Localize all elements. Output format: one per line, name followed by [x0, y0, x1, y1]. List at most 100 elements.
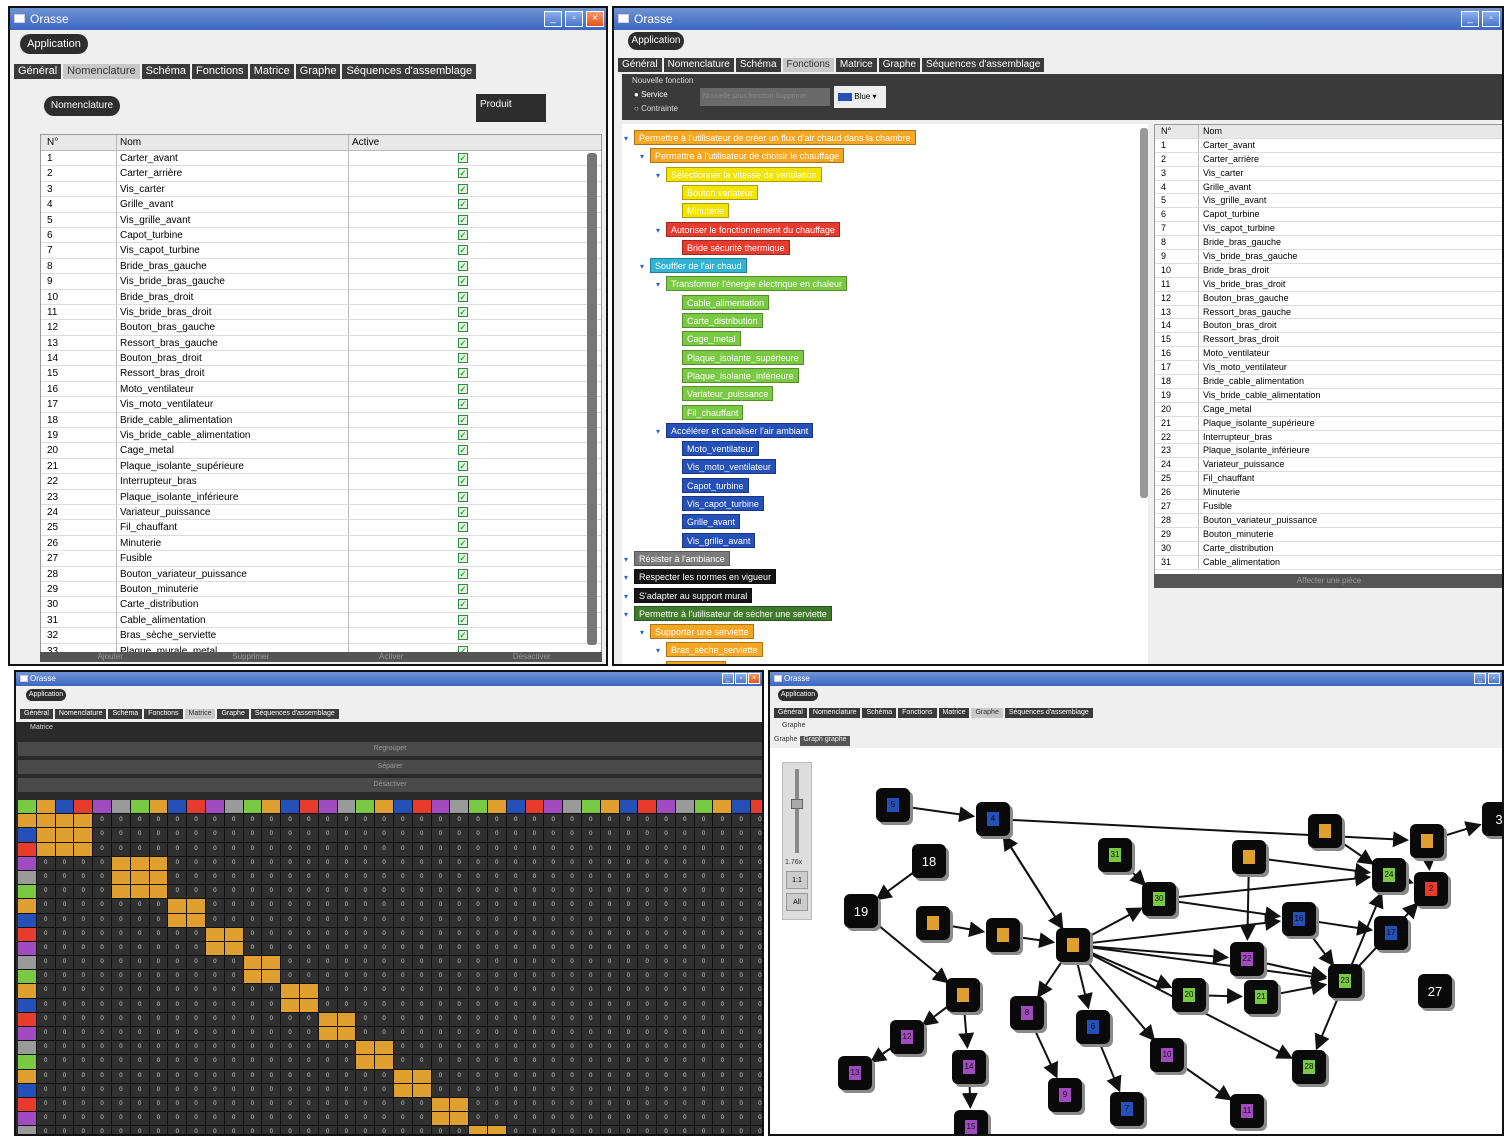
matrix-cell[interactable]: 0: [581, 870, 600, 885]
matrix-cell[interactable]: 0: [299, 1012, 318, 1026]
matrix-cell[interactable]: 0: [205, 1126, 224, 1134]
table-row[interactable]: 14 Bouton_bras_droit: [1155, 319, 1502, 334]
matrix-cell[interactable]: 0: [675, 984, 694, 998]
matrix-cell[interactable]: 0: [600, 913, 619, 927]
matrix-cell[interactable]: 0: [224, 998, 243, 1012]
matrix-cell[interactable]: 0: [93, 814, 111, 828]
tab-fonctions[interactable]: Fonctions: [898, 708, 937, 718]
matrix-cell[interactable]: 0: [638, 870, 657, 885]
matrix-cell[interactable]: [55, 828, 74, 842]
active-checkbox[interactable]: ✓: [458, 337, 468, 348]
matrix-cell[interactable]: 0: [262, 1055, 281, 1069]
matrix-cell[interactable]: 0: [675, 1083, 694, 1097]
matrix-cell[interactable]: 0: [713, 1055, 732, 1069]
table-row[interactable]: 9 Vis_bride_bras_gauche: [1155, 250, 1502, 264]
matrix-cell[interactable]: 0: [506, 1055, 525, 1069]
tab-schema[interactable]: Schéma: [108, 709, 143, 719]
matrix-cell[interactable]: 0: [281, 1055, 299, 1069]
matrix-cell[interactable]: 0: [243, 828, 262, 842]
matrix-cell[interactable]: 0: [412, 842, 431, 856]
matrix-cell[interactable]: 0: [393, 1055, 412, 1069]
matrix-cell[interactable]: [243, 970, 262, 984]
matrix-cell[interactable]: 0: [393, 956, 412, 970]
matrix-cell[interactable]: 0: [356, 899, 375, 913]
matrix-cell[interactable]: 0: [450, 856, 469, 870]
matrix-cell[interactable]: 0: [581, 1027, 600, 1041]
matrix-cell[interactable]: [149, 800, 168, 814]
matrix-cell[interactable]: 0: [149, 927, 168, 941]
active-checkbox[interactable]: ✓: [458, 491, 468, 502]
table-row[interactable]: 26 Minuterie ✓: [41, 535, 601, 552]
matrix-cell[interactable]: 0: [337, 814, 356, 828]
matrix-cell[interactable]: [243, 800, 262, 814]
matrix-cell[interactable]: 0: [469, 828, 487, 842]
matrix-cell[interactable]: 0: [111, 1041, 130, 1055]
table-row[interactable]: 32 Bras_sèche_serviette ✓: [41, 628, 601, 644]
graph-node[interactable]: 4: [976, 802, 1010, 836]
matrix-cell[interactable]: 0: [224, 984, 243, 998]
matrix-cell[interactable]: 0: [93, 1012, 111, 1026]
matrix-cell[interactable]: 0: [732, 984, 751, 998]
tree-scrollbar[interactable]: [1140, 128, 1148, 498]
matrix-cell[interactable]: [412, 1069, 431, 1083]
matrix-cell[interactable]: 0: [224, 1012, 243, 1026]
matrix-cell[interactable]: 0: [356, 1083, 375, 1097]
matrix-cell[interactable]: 0: [619, 1012, 638, 1026]
table-row[interactable]: 13 Ressort_bras_gauche: [1155, 305, 1502, 320]
matrix-cell[interactable]: 0: [450, 1055, 469, 1069]
matrix-cell[interactable]: 0: [356, 927, 375, 941]
matrix-cell[interactable]: [299, 998, 318, 1012]
matrix-cell[interactable]: 0: [544, 814, 563, 828]
active-checkbox[interactable]: ✓: [458, 614, 468, 625]
graph-node[interactable]: [946, 978, 980, 1012]
matrix-cell[interactable]: 0: [751, 1055, 762, 1069]
matrix-cell[interactable]: 0: [243, 856, 262, 870]
active-checkbox[interactable]: ✓: [458, 183, 468, 194]
matrix-cell[interactable]: 0: [243, 1112, 262, 1126]
active-checkbox[interactable]: ✓: [458, 476, 468, 487]
matrix-cell[interactable]: 0: [487, 885, 506, 899]
matrix-cell[interactable]: 0: [506, 984, 525, 998]
matrix-cell[interactable]: 0: [281, 856, 299, 870]
matrix-cell[interactable]: 0: [393, 998, 412, 1012]
matrix-cell[interactable]: 0: [713, 913, 732, 927]
matrix-cell[interactable]: 0: [751, 814, 762, 828]
matrix-cell[interactable]: 0: [130, 814, 149, 828]
graph-node[interactable]: 30: [1142, 882, 1176, 916]
table-row[interactable]: 13 Ressort_bras_gauche ✓: [41, 335, 601, 352]
matrix-cell[interactable]: 0: [281, 927, 299, 941]
matrix-cell[interactable]: 0: [205, 956, 224, 970]
matrix-cell[interactable]: 0: [713, 1027, 732, 1041]
matrix-cell[interactable]: 0: [187, 998, 205, 1012]
matrix-cell[interactable]: 0: [450, 870, 469, 885]
matrix-cell[interactable]: 0: [356, 842, 375, 856]
matrix-cell[interactable]: 0: [431, 941, 450, 956]
tree-node[interactable]: Carte_distribution: [682, 313, 763, 328]
matrix-cell[interactable]: 0: [205, 1083, 224, 1097]
table-row[interactable]: 6 Capot_turbine ✓: [41, 227, 601, 244]
matrix-cell[interactable]: 0: [187, 885, 205, 899]
table-row[interactable]: 28 Bouton_variateur_puissance: [1155, 513, 1502, 528]
matrix-cell[interactable]: 0: [281, 956, 299, 970]
matrix-cell[interactable]: 0: [187, 956, 205, 970]
matrix-cell[interactable]: 0: [412, 1126, 431, 1134]
active-checkbox[interactable]: ✓: [458, 583, 468, 594]
matrix-cell[interactable]: 0: [694, 828, 713, 842]
tree-node[interactable]: Bouton variateur: [682, 184, 759, 200]
matrix-cell[interactable]: [638, 800, 657, 814]
table-row[interactable]: 11 Vis_bride_bras_droit ✓: [41, 304, 601, 321]
matrix-cell[interactable]: [337, 1027, 356, 1041]
matrix-cell[interactable]: 0: [205, 970, 224, 984]
matrix-cell[interactable]: 0: [299, 941, 318, 956]
matrix-cell[interactable]: 0: [55, 956, 74, 970]
matrix-cell[interactable]: [18, 1055, 36, 1069]
matrix-cell[interactable]: [224, 941, 243, 956]
matrix-cell[interactable]: 0: [111, 998, 130, 1012]
matrix-cell[interactable]: 0: [600, 870, 619, 885]
matrix-cell[interactable]: [281, 984, 299, 998]
matrix-cell[interactable]: 0: [638, 913, 657, 927]
matrix-cell[interactable]: 0: [149, 1041, 168, 1055]
matrix-cell[interactable]: 0: [393, 927, 412, 941]
matrix-cell[interactable]: 0: [375, 1012, 393, 1026]
expand-icon[interactable]: ▾: [656, 665, 660, 666]
